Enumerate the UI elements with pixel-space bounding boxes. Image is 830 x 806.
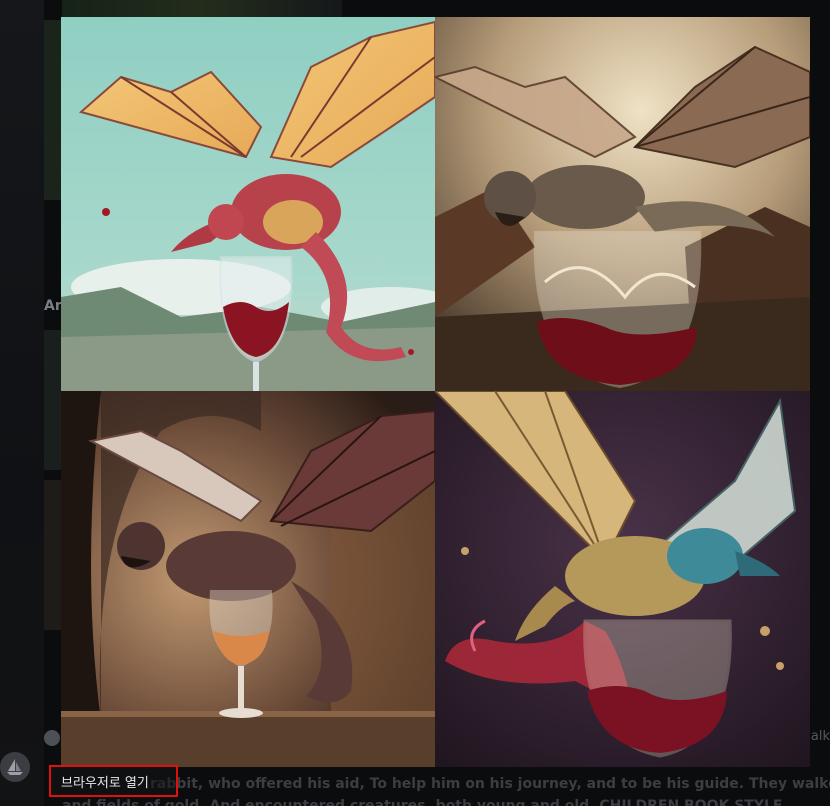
- background-thumbnail: [44, 330, 62, 470]
- dragon-wine-image-3[interactable]: [61, 391, 435, 767]
- background-thumbnail: [44, 480, 62, 630]
- background-sidebar: [0, 0, 44, 806]
- avatar: [0, 752, 30, 782]
- background-thumbnail: [44, 20, 62, 200]
- background-message-fragment: alk: [810, 729, 830, 744]
- background-small-icon: [44, 730, 60, 746]
- background-thumbnail: [62, 0, 342, 18]
- open-in-browser-button[interactable]: 브라우저로 열기: [49, 765, 178, 797]
- background-message-text: rabbit, who offered his aid, To help him…: [150, 776, 830, 792]
- lightbox-overlay: An rabbit, who offered his aid, To help …: [0, 0, 830, 806]
- boat-icon: [7, 759, 23, 775]
- open-in-browser-label: 브라우저로 열기: [61, 775, 149, 791]
- dragon-wine-image-2[interactable]: [435, 17, 810, 391]
- image-grid: [61, 17, 810, 767]
- dragon-wine-image-1[interactable]: [61, 17, 435, 391]
- background-message-text: and fields of gold. And encountered crea…: [62, 798, 783, 806]
- dragon-wine-image-4[interactable]: [435, 391, 810, 767]
